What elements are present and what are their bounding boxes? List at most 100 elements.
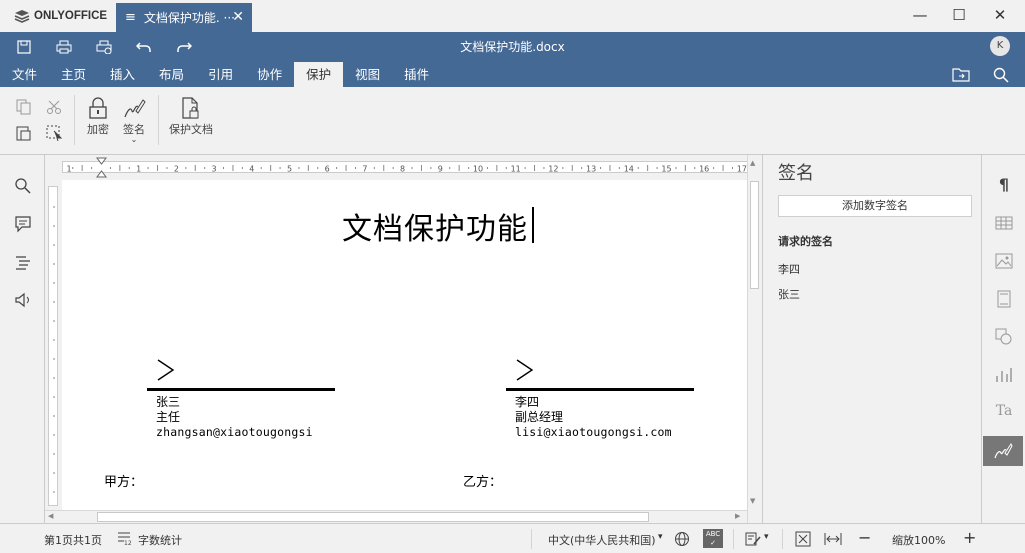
tab-file[interactable]: 文件	[0, 62, 49, 87]
scroll-up-icon[interactable]: ▲	[750, 159, 755, 167]
protect-document-button[interactable]: 保护文档	[168, 97, 214, 137]
chevron-down-icon[interactable]: ▾	[658, 532, 663, 542]
tab-protection[interactable]: 保护	[294, 62, 344, 87]
header-footer-settings-icon[interactable]	[994, 289, 1014, 309]
navigation-icon[interactable]	[14, 253, 32, 271]
ruler-number: 6	[325, 165, 330, 174]
requested-signer[interactable]: 李四	[778, 261, 800, 277]
horizontal-ruler[interactable]: 1 1 2 3 4 5 6 7 8 9 10 11 12 13 14 15 16 17	[45, 155, 752, 180]
onlyoffice-logo: ONLYOFFICE	[14, 9, 107, 23]
signature-line-left[interactable]	[147, 388, 335, 391]
tab-plugins[interactable]: 插件	[392, 62, 441, 87]
track-changes-icon[interactable]	[745, 531, 761, 547]
document-page[interactable]: 文档保护功能 张三 主任 zhangsan@xiaotougongsi 李四 副…	[62, 180, 747, 510]
open-location-icon[interactable]	[952, 67, 970, 85]
tab-view[interactable]: 视图	[343, 62, 392, 87]
word-count-icon[interactable]: 123	[116, 530, 132, 546]
tab-layout[interactable]: 布局	[147, 62, 196, 87]
zoom-level[interactable]: 缩放100%	[892, 532, 945, 548]
close-window-button[interactable]: ✕	[985, 6, 1015, 24]
indent-marker-icon[interactable]	[96, 157, 108, 179]
status-separator	[531, 529, 532, 549]
maximize-button[interactable]: ☐	[944, 6, 974, 24]
status-separator	[782, 529, 783, 549]
signer-title-left: 主任	[156, 410, 181, 424]
zoom-out-button[interactable]: −	[858, 528, 871, 547]
signer-email-left: zhangsan@xiaotougongsi	[156, 425, 313, 439]
document-title: 文档保护功能.docx	[460, 40, 565, 54]
signature-pen-icon	[124, 99, 146, 118]
hamburger-icon[interactable]: ≡	[125, 10, 136, 25]
svg-text:123: 123	[124, 540, 132, 546]
requested-signer[interactable]: 张三	[778, 286, 800, 302]
document-tab-label: 文档保护功能. ···	[143, 11, 235, 25]
cut-icon[interactable]	[46, 99, 62, 118]
signature-settings-icon	[994, 443, 1013, 459]
vertical-ruler-ticks	[53, 206, 55, 493]
close-tab-icon[interactable]: ✕	[232, 9, 244, 25]
ruler-number: 8	[400, 165, 405, 174]
ruler-number: 11	[511, 165, 521, 174]
feedback-speaker-icon[interactable]	[14, 291, 32, 309]
ruler-number: 5	[287, 165, 292, 174]
paragraph-settings-icon[interactable]: ¶	[994, 175, 1014, 195]
document-heading[interactable]: 文档保护功能	[342, 204, 528, 248]
ruler-number: 17	[737, 165, 747, 174]
spellcheck-icon[interactable]: ABC ✓	[703, 529, 723, 548]
fit-page-icon[interactable]	[795, 531, 811, 547]
image-settings-icon[interactable]	[994, 251, 1014, 271]
scroll-left-icon[interactable]: ◀	[48, 512, 53, 520]
language-select[interactable]: 中文(中华人民共和国)	[548, 532, 656, 548]
ruler-ticks: 1 1 2 3 4 5 6 7 8 9 10 11 12 13 14 15 16 17	[66, 165, 747, 174]
shape-settings-icon[interactable]	[994, 327, 1014, 347]
signature-line-right[interactable]	[506, 388, 694, 391]
ruler-number: 2	[174, 165, 179, 174]
brand-name: ONLYOFFICE	[34, 10, 108, 22]
fit-width-icon[interactable]	[824, 531, 842, 547]
signature-button[interactable]: 签名 ⌄	[119, 97, 149, 144]
word-count-button[interactable]: 字数统计	[138, 532, 182, 548]
user-avatar[interactable]: K	[990, 36, 1010, 56]
chevron-down-icon[interactable]: ▾	[764, 532, 769, 542]
encrypt-label: 加密	[87, 123, 109, 136]
tab-collaboration[interactable]: 协作	[245, 62, 294, 87]
status-bar: 第1页共1页 123 字数统计 中文(中华人民共和国) ▾ ABC✓ ▾ − 缩…	[0, 523, 1025, 553]
chevron-down-icon[interactable]: ⌄	[131, 136, 138, 144]
chart-settings-icon[interactable]	[994, 365, 1014, 385]
comments-icon[interactable]	[14, 215, 32, 233]
vertical-scrollbar[interactable]: ▲ ▼	[747, 155, 761, 523]
text-art-settings-icon[interactable]: Ta	[994, 403, 1014, 423]
document-tab[interactable]: ≡ 文档保护功能. ··· ✕	[116, 3, 252, 32]
copy-icon[interactable]	[16, 99, 32, 118]
tab-home[interactable]: 主页	[49, 62, 98, 87]
ruler-number: 12	[548, 165, 558, 174]
requested-signatures-heading: 请求的签名	[778, 235, 833, 248]
page-info[interactable]: 第1页共1页	[44, 532, 102, 548]
encrypt-button[interactable]: 加密	[84, 97, 112, 137]
party-a-label: 甲方：	[104, 475, 144, 490]
title-bar: ONLYOFFICE ≡ 文档保护功能. ··· ✕ — ☐ ✕	[0, 0, 1025, 32]
signature-settings-tab[interactable]	[983, 436, 1023, 466]
protect-document-label: 保护文档	[169, 123, 213, 136]
select-all-icon[interactable]	[46, 125, 63, 144]
paste-icon[interactable]	[16, 125, 32, 144]
table-settings-icon[interactable]	[994, 213, 1014, 233]
search-icon[interactable]	[993, 67, 1009, 86]
vertical-ruler[interactable]	[45, 180, 62, 510]
add-digital-signature-button[interactable]: 添加数字签名	[778, 195, 972, 217]
ribbon-toolbar: 加密 签名 ⌄ 保护文档	[0, 87, 1025, 155]
ruler-number: 15	[661, 165, 671, 174]
minimize-button[interactable]: —	[905, 6, 935, 24]
tab-insert[interactable]: 插入	[98, 62, 147, 87]
vertical-scroll-thumb[interactable]	[750, 181, 759, 289]
horizontal-scroll-thumb[interactable]	[97, 512, 649, 522]
zoom-in-button[interactable]: +	[963, 528, 976, 547]
globe-icon[interactable]	[674, 531, 690, 547]
scroll-right-icon[interactable]: ▶	[735, 512, 740, 520]
tab-references[interactable]: 引用	[196, 62, 245, 87]
ruler-number: 14	[624, 165, 634, 174]
menu-tabs: 文件 主页 插入 布局 引用 协作 保护 视图 插件	[0, 62, 441, 87]
horizontal-scrollbar[interactable]: ◀ ▶	[45, 510, 747, 523]
scroll-down-icon[interactable]: ▼	[750, 497, 755, 505]
search-icon[interactable]	[14, 177, 32, 195]
